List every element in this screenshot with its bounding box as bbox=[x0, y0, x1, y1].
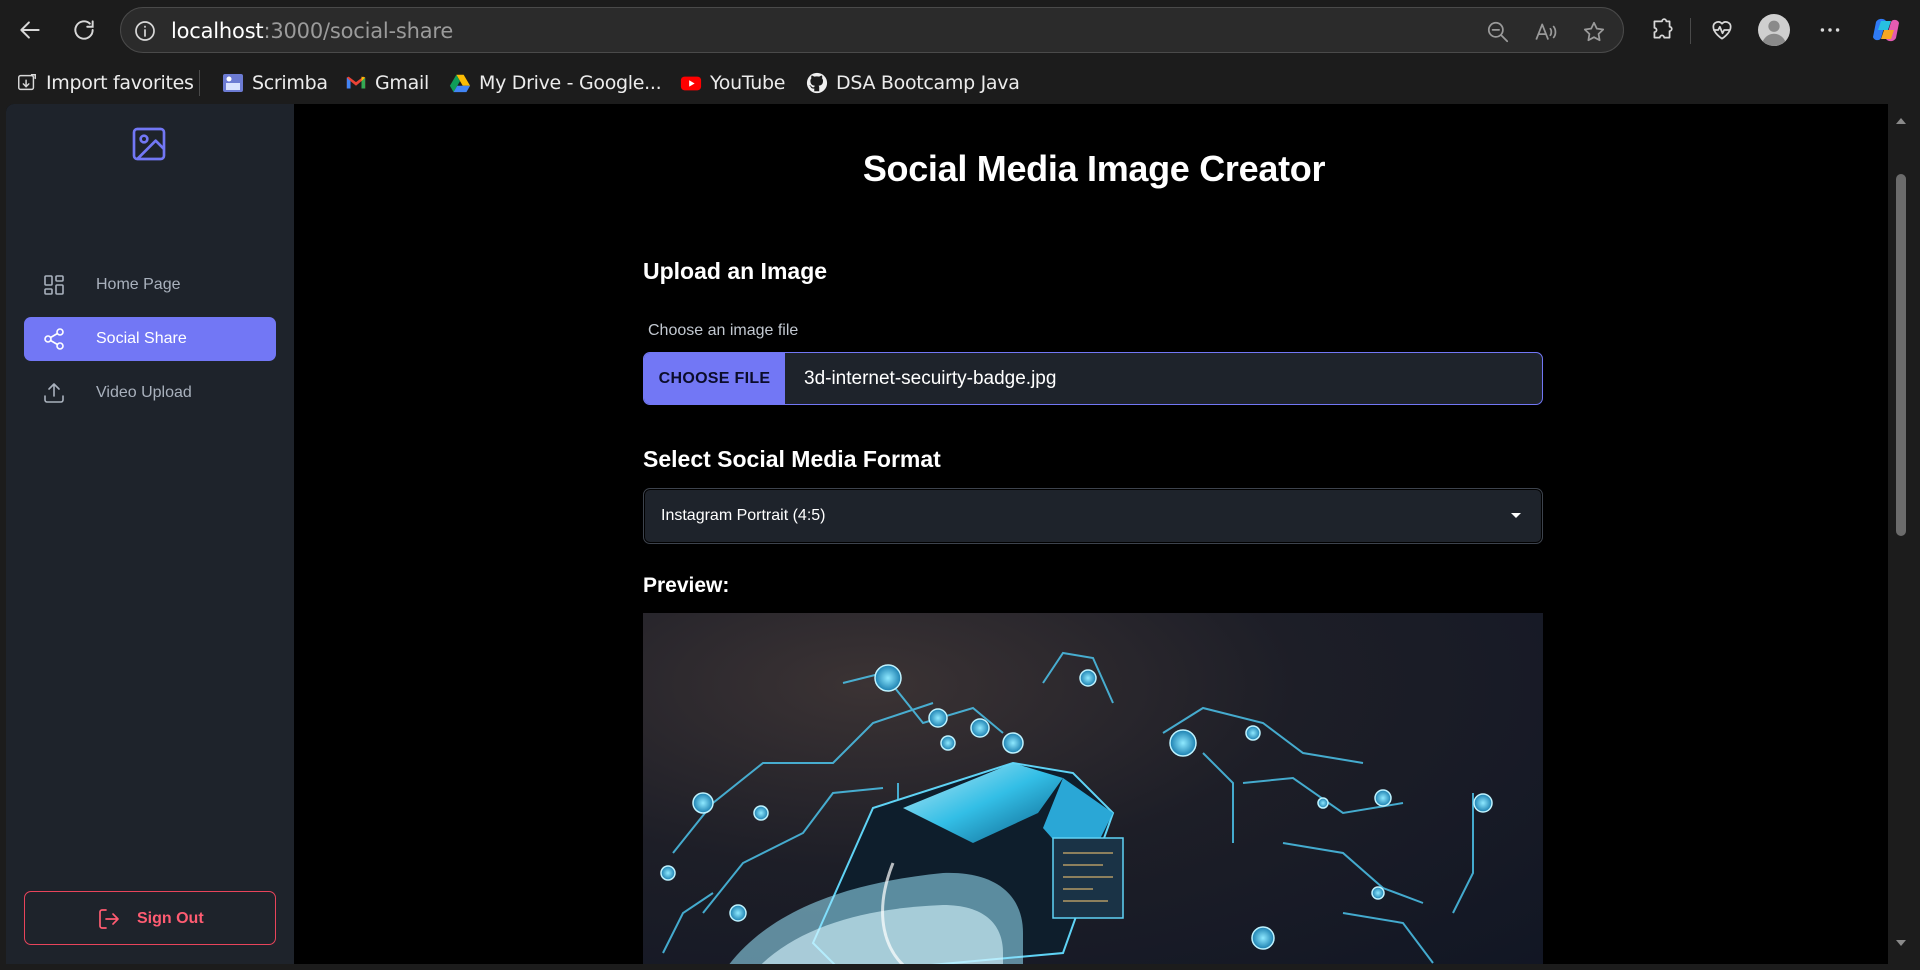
bookmark-label: My Drive - Google... bbox=[479, 72, 662, 94]
bookmark-label: Scrimba bbox=[252, 72, 328, 94]
upload-heading: Upload an Image bbox=[643, 258, 828, 284]
selected-file-name: 3d-internet-secuirty-badge.jpg bbox=[804, 368, 1057, 389]
format-heading: Select Social Media Format bbox=[643, 446, 941, 472]
extensions-button[interactable] bbox=[1646, 14, 1678, 46]
zoom-out-icon[interactable] bbox=[1485, 19, 1511, 45]
dropdown-caret-icon bbox=[1511, 513, 1521, 518]
sidebar-item-video-upload[interactable]: Video Upload bbox=[24, 371, 276, 415]
browser-essentials-button[interactable] bbox=[1706, 14, 1738, 46]
sidebar: Home Page Social Share Video Upload Sign… bbox=[6, 104, 294, 964]
import-icon bbox=[16, 72, 38, 94]
bookmark-label: Import favorites bbox=[46, 72, 194, 94]
preview-image bbox=[643, 613, 1543, 964]
read-aloud-icon[interactable] bbox=[1533, 19, 1559, 45]
profile-avatar-icon bbox=[1758, 14, 1790, 46]
sidebar-item-label: Social Share bbox=[96, 330, 187, 347]
bookmark-dsa-bootcamp[interactable]: DSA Bootcamp Java bbox=[806, 70, 1020, 96]
drive-icon bbox=[449, 72, 471, 94]
back-button[interactable] bbox=[10, 10, 50, 50]
grid-icon bbox=[44, 275, 64, 295]
copilot-icon bbox=[1873, 18, 1899, 42]
browser-toolbar: localhost:3000/social-share bbox=[0, 0, 1920, 62]
profile-button[interactable] bbox=[1758, 14, 1790, 46]
main-content: Social Media Image Creator Upload an Ima… bbox=[294, 104, 1894, 964]
bookmark-google-drive[interactable]: My Drive - Google... bbox=[449, 70, 662, 96]
scroll-up-arrow-icon[interactable] bbox=[1896, 118, 1906, 124]
bookmark-label: YouTube bbox=[710, 72, 786, 94]
social-format-select[interactable]: Instagram Portrait (4:5) bbox=[643, 488, 1543, 544]
sign-out-label: Sign Out bbox=[137, 910, 204, 927]
reload-icon bbox=[74, 20, 94, 40]
puzzle-icon bbox=[1653, 18, 1673, 39]
sidebar-item-label: Video Upload bbox=[96, 384, 192, 401]
page-title: Social Media Image Creator bbox=[862, 148, 1326, 189]
upload-icon bbox=[44, 383, 64, 403]
scrollbar-thumb[interactable] bbox=[1896, 174, 1906, 536]
bookmark-import-favorites[interactable]: Import favorites bbox=[16, 70, 194, 96]
scroll-down-arrow-icon[interactable] bbox=[1896, 940, 1906, 946]
bookmark-gmail[interactable]: Gmail bbox=[345, 70, 429, 96]
app-logo-image-icon[interactable] bbox=[129, 124, 169, 164]
bookmark-label: DSA Bootcamp Java bbox=[836, 72, 1020, 94]
sign-out-button[interactable]: Sign Out bbox=[24, 891, 276, 945]
site-info-icon[interactable] bbox=[133, 19, 157, 43]
github-icon bbox=[806, 72, 828, 94]
more-menu-button[interactable] bbox=[1814, 14, 1846, 46]
reload-button[interactable] bbox=[64, 10, 104, 50]
bookmark-youtube[interactable]: YouTube bbox=[680, 70, 785, 96]
bookmark-scrimba[interactable]: Scrimba bbox=[222, 70, 328, 96]
scrimba-icon bbox=[222, 72, 244, 94]
page-viewport: Home Page Social Share Video Upload Sign… bbox=[6, 104, 1894, 964]
sidebar-item-home-page[interactable]: Home Page bbox=[24, 263, 276, 307]
choose-file-button[interactable]: CHOOSE FILE bbox=[644, 353, 785, 404]
gmail-icon bbox=[345, 72, 367, 94]
preview-heading: Preview: bbox=[643, 574, 730, 597]
sidebar-item-label: Home Page bbox=[96, 276, 181, 293]
share-icon bbox=[44, 328, 64, 350]
youtube-icon bbox=[680, 72, 702, 94]
sidebar-item-social-share[interactable]: Social Share bbox=[24, 317, 276, 361]
back-arrow-icon bbox=[20, 21, 40, 39]
url-host: localhost bbox=[171, 19, 264, 43]
logout-icon bbox=[99, 909, 119, 929]
more-dots-icon bbox=[1820, 28, 1840, 32]
security-badge-artwork bbox=[660, 651, 1493, 964]
page-scrollbar[interactable] bbox=[1888, 104, 1914, 964]
heart-pulse-icon bbox=[1712, 21, 1732, 40]
bookmark-label: Gmail bbox=[375, 72, 429, 94]
selected-format: Instagram Portrait (4:5) bbox=[661, 507, 826, 524]
file-input[interactable]: CHOOSE FILE 3d-internet-secuirty-badge.j… bbox=[643, 352, 1543, 405]
bookmarks-divider bbox=[199, 70, 200, 96]
file-field-label: Choose an image file bbox=[648, 322, 799, 339]
bookmarks-bar: Import favorites Scrimba Gmail My Drive … bbox=[0, 62, 1920, 104]
copilot-button[interactable] bbox=[1870, 14, 1902, 46]
url-text[interactable]: localhost:3000/social-share bbox=[171, 19, 453, 43]
toolbar-divider bbox=[1690, 18, 1691, 44]
favorite-star-icon[interactable] bbox=[1581, 19, 1607, 45]
address-bar[interactable]: localhost:3000/social-share bbox=[120, 7, 1624, 53]
url-path: :3000/social-share bbox=[263, 19, 454, 43]
